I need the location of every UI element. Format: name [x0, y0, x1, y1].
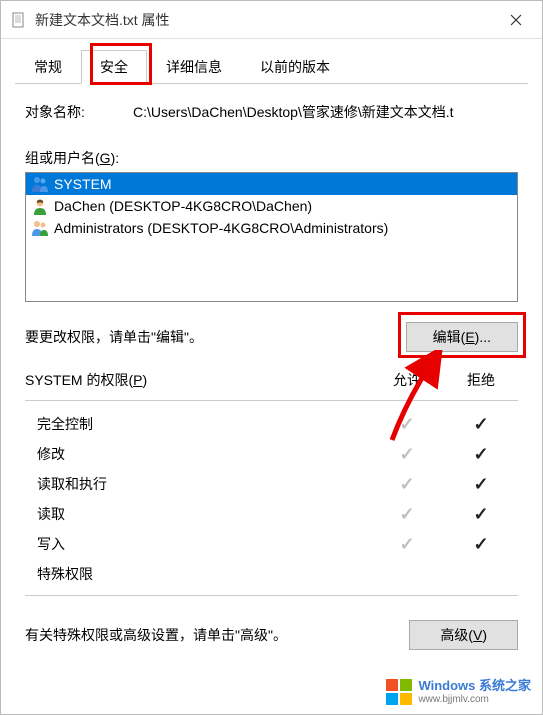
- deny-cell: ✓: [444, 444, 518, 465]
- allow-column-header: 允许: [370, 370, 444, 390]
- properties-window: 新建文本文档.txt 属性 常规 安全 详细信息 以前的版本 对象名称: C:\…: [0, 0, 543, 715]
- edit-button[interactable]: 编辑(E)...: [406, 322, 518, 352]
- permission-label: 读取和执行: [37, 474, 370, 494]
- advanced-button[interactable]: 高级(V): [409, 620, 518, 650]
- permission-row: 写入 ✓ ✓: [25, 529, 518, 559]
- check-icon: ✓: [399, 414, 414, 434]
- watermark: Windows 系统之家 www.bjjmlv.com: [386, 679, 531, 705]
- check-icon: ✓: [473, 444, 488, 464]
- users-listbox[interactable]: SYSTEM DaChen (DESKTOP-4KG8CRO\DaChen) A…: [25, 172, 518, 302]
- tab-body: 对象名称: C:\Users\DaChen\Desktop\管家速修\新建文本文…: [15, 84, 528, 660]
- tab-security[interactable]: 安全: [81, 50, 147, 84]
- object-name-label: 对象名称:: [25, 102, 133, 122]
- permission-row: 读取 ✓ ✓: [25, 499, 518, 529]
- user-name: SYSTEM: [54, 176, 112, 192]
- permission-row: 完全控制 ✓ ✓: [25, 409, 518, 439]
- check-icon: ✓: [399, 444, 414, 464]
- watermark-url: www.bjjmlv.com: [418, 694, 531, 705]
- allow-cell: ✓: [370, 504, 444, 525]
- tab-general[interactable]: 常规: [15, 50, 81, 84]
- tab-previous-versions[interactable]: 以前的版本: [241, 50, 349, 84]
- user-name: DaChen (DESKTOP-4KG8CRO\DaChen): [54, 198, 312, 214]
- group-users-label: 组或用户名(G):: [25, 148, 518, 168]
- object-name-value: C:\Users\DaChen\Desktop\管家速修\新建文本文档.t: [133, 102, 518, 122]
- user-icon: [30, 197, 50, 215]
- allow-cell: ✓: [370, 414, 444, 435]
- watermark-brand: Windows 系统之家: [418, 679, 531, 693]
- check-icon: ✓: [399, 504, 414, 524]
- permission-row: 特殊权限: [25, 559, 518, 589]
- permissions-header: SYSTEM 的权限(P) 允许 拒绝: [25, 370, 518, 390]
- edit-row: 要更改权限，请单击"编辑"。 编辑(E)...: [25, 322, 518, 352]
- divider: [25, 595, 518, 596]
- windows-logo-icon: [386, 679, 412, 705]
- permission-label: 特殊权限: [37, 564, 370, 584]
- group-icon: [30, 175, 50, 193]
- permission-label: 修改: [37, 444, 370, 464]
- content-area: 常规 安全 详细信息 以前的版本 对象名称: C:\Users\DaChen\D…: [1, 39, 542, 670]
- titlebar: 新建文本文档.txt 属性: [1, 1, 542, 39]
- window-title: 新建文本文档.txt 属性: [35, 10, 496, 30]
- permission-label: 完全控制: [37, 414, 370, 434]
- advanced-row: 有关特殊权限或高级设置，请单击"高级"。 高级(V): [25, 620, 518, 650]
- permissions-list: 完全控制 ✓ ✓ 修改 ✓ ✓ 读取和执行 ✓ ✓ 读取 ✓ ✓ 写入 ✓ ✓ 特殊权限: [25, 409, 518, 589]
- tab-bar: 常规 安全 详细信息 以前的版本: [15, 49, 528, 84]
- check-icon: ✓: [399, 474, 414, 494]
- advanced-hint-text: 有关特殊权限或高级设置，请单击"高级"。: [25, 625, 287, 645]
- group-icon: [30, 219, 50, 237]
- deny-cell: ✓: [444, 534, 518, 555]
- check-icon: ✓: [473, 534, 488, 554]
- permissions-title: SYSTEM 的权限(P): [25, 370, 370, 390]
- allow-cell: ✓: [370, 444, 444, 465]
- deny-cell: ✓: [444, 414, 518, 435]
- permission-label: 写入: [37, 534, 370, 554]
- permission-row: 修改 ✓ ✓: [25, 439, 518, 469]
- close-button[interactable]: [496, 4, 536, 36]
- list-item[interactable]: Administrators (DESKTOP-4KG8CRO\Administ…: [26, 217, 517, 239]
- permission-row: 读取和执行 ✓ ✓: [25, 469, 518, 499]
- allow-cell: ✓: [370, 534, 444, 555]
- list-item[interactable]: DaChen (DESKTOP-4KG8CRO\DaChen): [26, 195, 517, 217]
- edit-hint-text: 要更改权限，请单击"编辑"。: [25, 327, 203, 347]
- user-name: Administrators (DESKTOP-4KG8CRO\Administ…: [54, 220, 388, 236]
- object-name-row: 对象名称: C:\Users\DaChen\Desktop\管家速修\新建文本文…: [25, 102, 518, 122]
- file-icon: [11, 12, 27, 28]
- check-icon: ✓: [473, 414, 488, 434]
- list-item[interactable]: SYSTEM: [26, 173, 517, 195]
- check-icon: ✓: [473, 504, 488, 524]
- check-icon: ✓: [473, 474, 488, 494]
- check-icon: ✓: [399, 534, 414, 554]
- tab-details[interactable]: 详细信息: [147, 50, 241, 84]
- divider: [25, 400, 518, 401]
- permission-label: 读取: [37, 504, 370, 524]
- deny-cell: ✓: [444, 474, 518, 495]
- deny-column-header: 拒绝: [444, 370, 518, 390]
- deny-cell: ✓: [444, 504, 518, 525]
- close-icon: [510, 14, 522, 26]
- allow-cell: ✓: [370, 474, 444, 495]
